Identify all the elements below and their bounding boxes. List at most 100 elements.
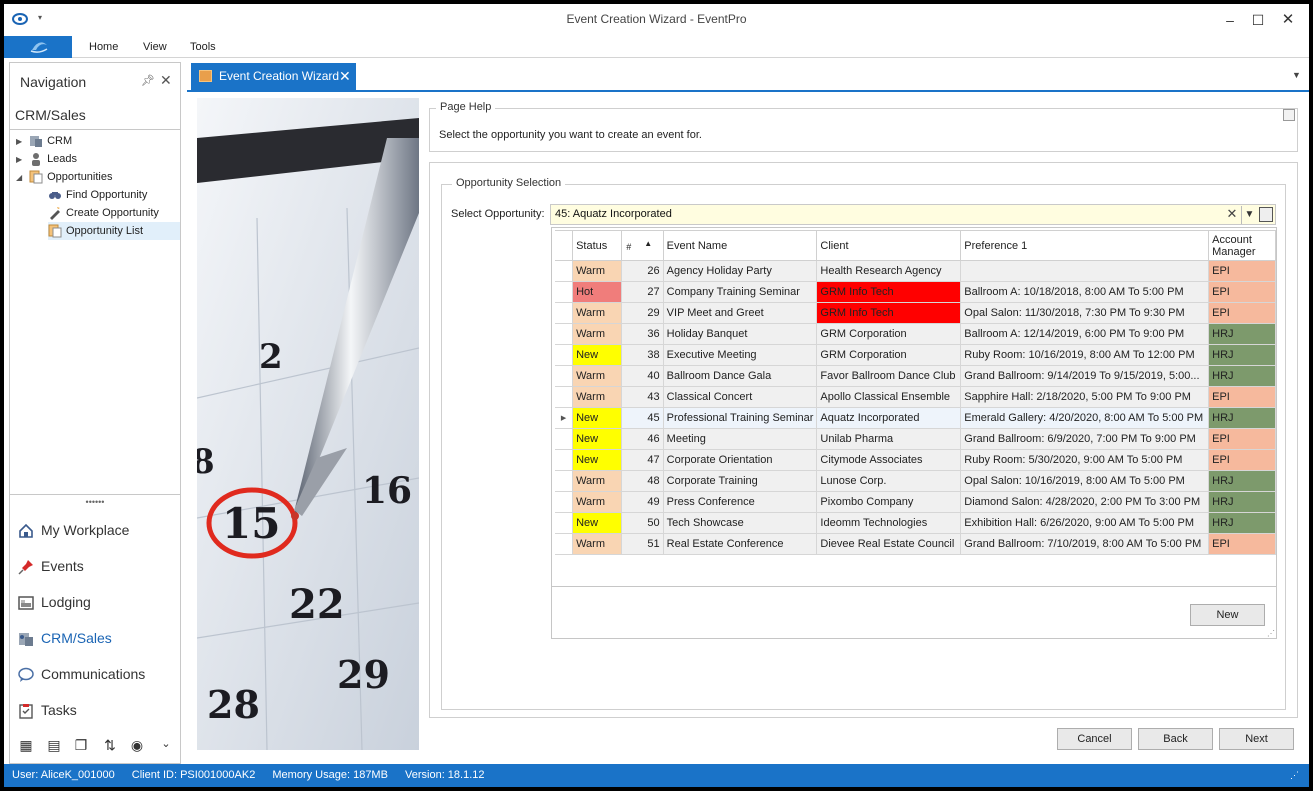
tab-event-creation-wizard[interactable]: Event Creation Wizard ✕: [191, 63, 356, 90]
cell-number[interactable]: 27: [621, 281, 664, 303]
cell-number[interactable]: 49: [621, 491, 664, 513]
resize-grip-icon[interactable]: ⋰: [1267, 629, 1275, 638]
cell-event-name[interactable]: Corporate Orientation: [662, 449, 818, 471]
expand-arrow-icon[interactable]: ▶: [16, 151, 26, 169]
column-header-number[interactable]: # ▲: [621, 230, 664, 261]
cell-preference[interactable]: Ruby Room: 10/16/2019, 8:00 AM To 12:00 …: [960, 344, 1210, 366]
cell-status[interactable]: Warm: [572, 260, 623, 282]
cell-event-name[interactable]: VIP Meet and Greet: [662, 302, 818, 324]
cell-status[interactable]: Warm: [572, 302, 623, 324]
tree-item-opportunity-list[interactable]: Opportunity List: [48, 222, 180, 240]
nav-button-events[interactable]: Events: [18, 554, 84, 578]
tree-item-leads[interactable]: ▶ Leads: [16, 150, 77, 168]
calculator-icon[interactable]: ▦: [18, 737, 34, 753]
row-indicator[interactable]: [555, 344, 574, 366]
cell-account-manager[interactable]: EPI: [1208, 533, 1276, 555]
cell-status[interactable]: New: [572, 428, 623, 450]
cell-client[interactable]: Apollo Classical Ensemble: [816, 386, 962, 408]
cell-client[interactable]: Unilab Pharma: [816, 428, 962, 450]
cell-preference[interactable]: Emerald Gallery: 4/20/2020, 8:00 AM To 5…: [960, 407, 1210, 429]
cell-status[interactable]: New: [572, 512, 623, 534]
expand-arrow-icon[interactable]: ▶: [16, 133, 26, 151]
row-indicator[interactable]: [555, 323, 574, 345]
resize-grip-icon[interactable]: ⋰: [1290, 764, 1299, 787]
column-header-status[interactable]: Status: [572, 230, 623, 261]
tree-item-find-opportunity[interactable]: Find Opportunity: [48, 186, 147, 204]
tab-home[interactable]: Home: [89, 41, 118, 53]
cell-preference[interactable]: Opal Salon: 10/16/2019, 8:00 AM To 5:00 …: [960, 470, 1210, 492]
documents-icon[interactable]: ❐: [73, 737, 89, 753]
row-indicator[interactable]: [555, 365, 574, 387]
clear-selection-icon[interactable]: ✕: [1223, 206, 1241, 224]
cell-event-name[interactable]: Real Estate Conference: [662, 533, 818, 555]
tab-tools[interactable]: Tools: [190, 41, 216, 53]
close-navigation-button[interactable]: ✕: [160, 72, 172, 89]
new-opportunity-button[interactable]: New: [1190, 604, 1265, 626]
cell-status[interactable]: New: [572, 407, 623, 429]
file-menu-button[interactable]: [4, 36, 72, 58]
cell-number[interactable]: 38: [621, 344, 664, 366]
cell-status[interactable]: Hot: [572, 281, 623, 303]
next-button[interactable]: Next: [1219, 728, 1294, 750]
cell-preference[interactable]: Grand Ballroom: 7/10/2019, 8:00 AM To 5:…: [960, 533, 1210, 555]
cell-preference[interactable]: Ballroom A: 10/18/2018, 8:00 AM To 5:00 …: [960, 281, 1210, 303]
more-buttons-chevron-icon[interactable]: ⌄: [158, 737, 174, 753]
cell-status[interactable]: Warm: [572, 533, 623, 555]
sync-arrows-icon[interactable]: ⇅: [102, 737, 118, 753]
table-row[interactable]: Warm 49 Press Conference Pixombo Company Dia…: [555, 491, 1276, 513]
tree-item-crm[interactable]: ▶ CRM: [16, 132, 72, 150]
cell-event-name[interactable]: Corporate Training: [662, 470, 818, 492]
cell-number[interactable]: 43: [621, 386, 664, 408]
cell-event-name[interactable]: Meeting: [662, 428, 818, 450]
cell-status[interactable]: Warm: [572, 470, 623, 492]
row-indicator[interactable]: [555, 449, 574, 471]
cell-event-name[interactable]: Classical Concert: [662, 386, 818, 408]
table-row[interactable]: Warm 26 Agency Holiday Party Health Researc…: [555, 260, 1276, 282]
cell-number[interactable]: 48: [621, 470, 664, 492]
cell-status[interactable]: New: [572, 344, 623, 366]
minimize-button[interactable]: –: [1216, 10, 1244, 30]
table-row[interactable]: Hot 27 Company Training Seminar GRM Info Te…: [555, 281, 1276, 303]
nav-button-communications[interactable]: Communications: [18, 662, 145, 686]
cell-account-manager[interactable]: EPI: [1208, 428, 1276, 450]
column-header-account-manager[interactable]: Account Manager: [1208, 230, 1276, 261]
cell-client[interactable]: Aquatz Incorporated: [816, 407, 962, 429]
cell-preference[interactable]: Ballroom A: 12/14/2019, 6:00 PM To 9:00 …: [960, 323, 1210, 345]
cell-preference[interactable]: [960, 260, 1210, 282]
row-indicator[interactable]: [555, 470, 574, 492]
cell-event-name[interactable]: Press Conference: [662, 491, 818, 513]
cell-account-manager[interactable]: HRJ: [1208, 407, 1276, 429]
table-row[interactable]: New 38 Executive Meeting GRM Corporation Rub…: [555, 344, 1276, 366]
row-indicator[interactable]: [555, 302, 574, 324]
nav-button-tasks[interactable]: Tasks: [18, 698, 77, 722]
back-button[interactable]: Back: [1138, 728, 1213, 750]
row-indicator[interactable]: [555, 260, 574, 282]
tab-list-dropdown-icon[interactable]: ▼: [1292, 70, 1301, 80]
cell-client[interactable]: GRM Info Tech: [816, 281, 962, 303]
close-tab-button[interactable]: ✕: [339, 63, 351, 90]
combo-dropdown-icon[interactable]: ▼: [1241, 206, 1257, 224]
cell-client[interactable]: Health Research Agency: [816, 260, 962, 282]
row-indicator[interactable]: ▶: [555, 407, 574, 429]
table-row[interactable]: New 50 Tech Showcase Ideomm Technologies Exh…: [555, 512, 1276, 534]
table-row[interactable]: Warm 48 Corporate Training Lunose Corp. Opal…: [555, 470, 1276, 492]
cell-account-manager[interactable]: EPI: [1208, 302, 1276, 324]
column-header-client[interactable]: Client: [816, 230, 962, 261]
cell-event-name[interactable]: Company Training Seminar: [662, 281, 818, 303]
row-indicator[interactable]: [555, 533, 574, 555]
cell-account-manager[interactable]: HRJ: [1208, 365, 1276, 387]
cell-account-manager[interactable]: HRJ: [1208, 470, 1276, 492]
cell-client[interactable]: Dievee Real Estate Council: [816, 533, 962, 555]
table-row[interactable]: New 46 Meeting Unilab Pharma Grand Ballroom:…: [555, 428, 1276, 450]
notes-icon[interactable]: ▤: [46, 737, 62, 753]
cell-client[interactable]: Pixombo Company: [816, 491, 962, 513]
row-indicator[interactable]: [555, 281, 574, 303]
cancel-button[interactable]: Cancel: [1057, 728, 1132, 750]
cell-client[interactable]: Lunose Corp.: [816, 470, 962, 492]
collapse-arrow-icon[interactable]: ◢: [16, 169, 26, 187]
disc-icon[interactable]: ◉: [129, 737, 145, 753]
cell-account-manager[interactable]: EPI: [1208, 449, 1276, 471]
maximize-button[interactable]: ☐: [1244, 10, 1272, 30]
edit-opportunity-icon[interactable]: [1259, 207, 1273, 222]
cell-client[interactable]: Citymode Associates: [816, 449, 962, 471]
